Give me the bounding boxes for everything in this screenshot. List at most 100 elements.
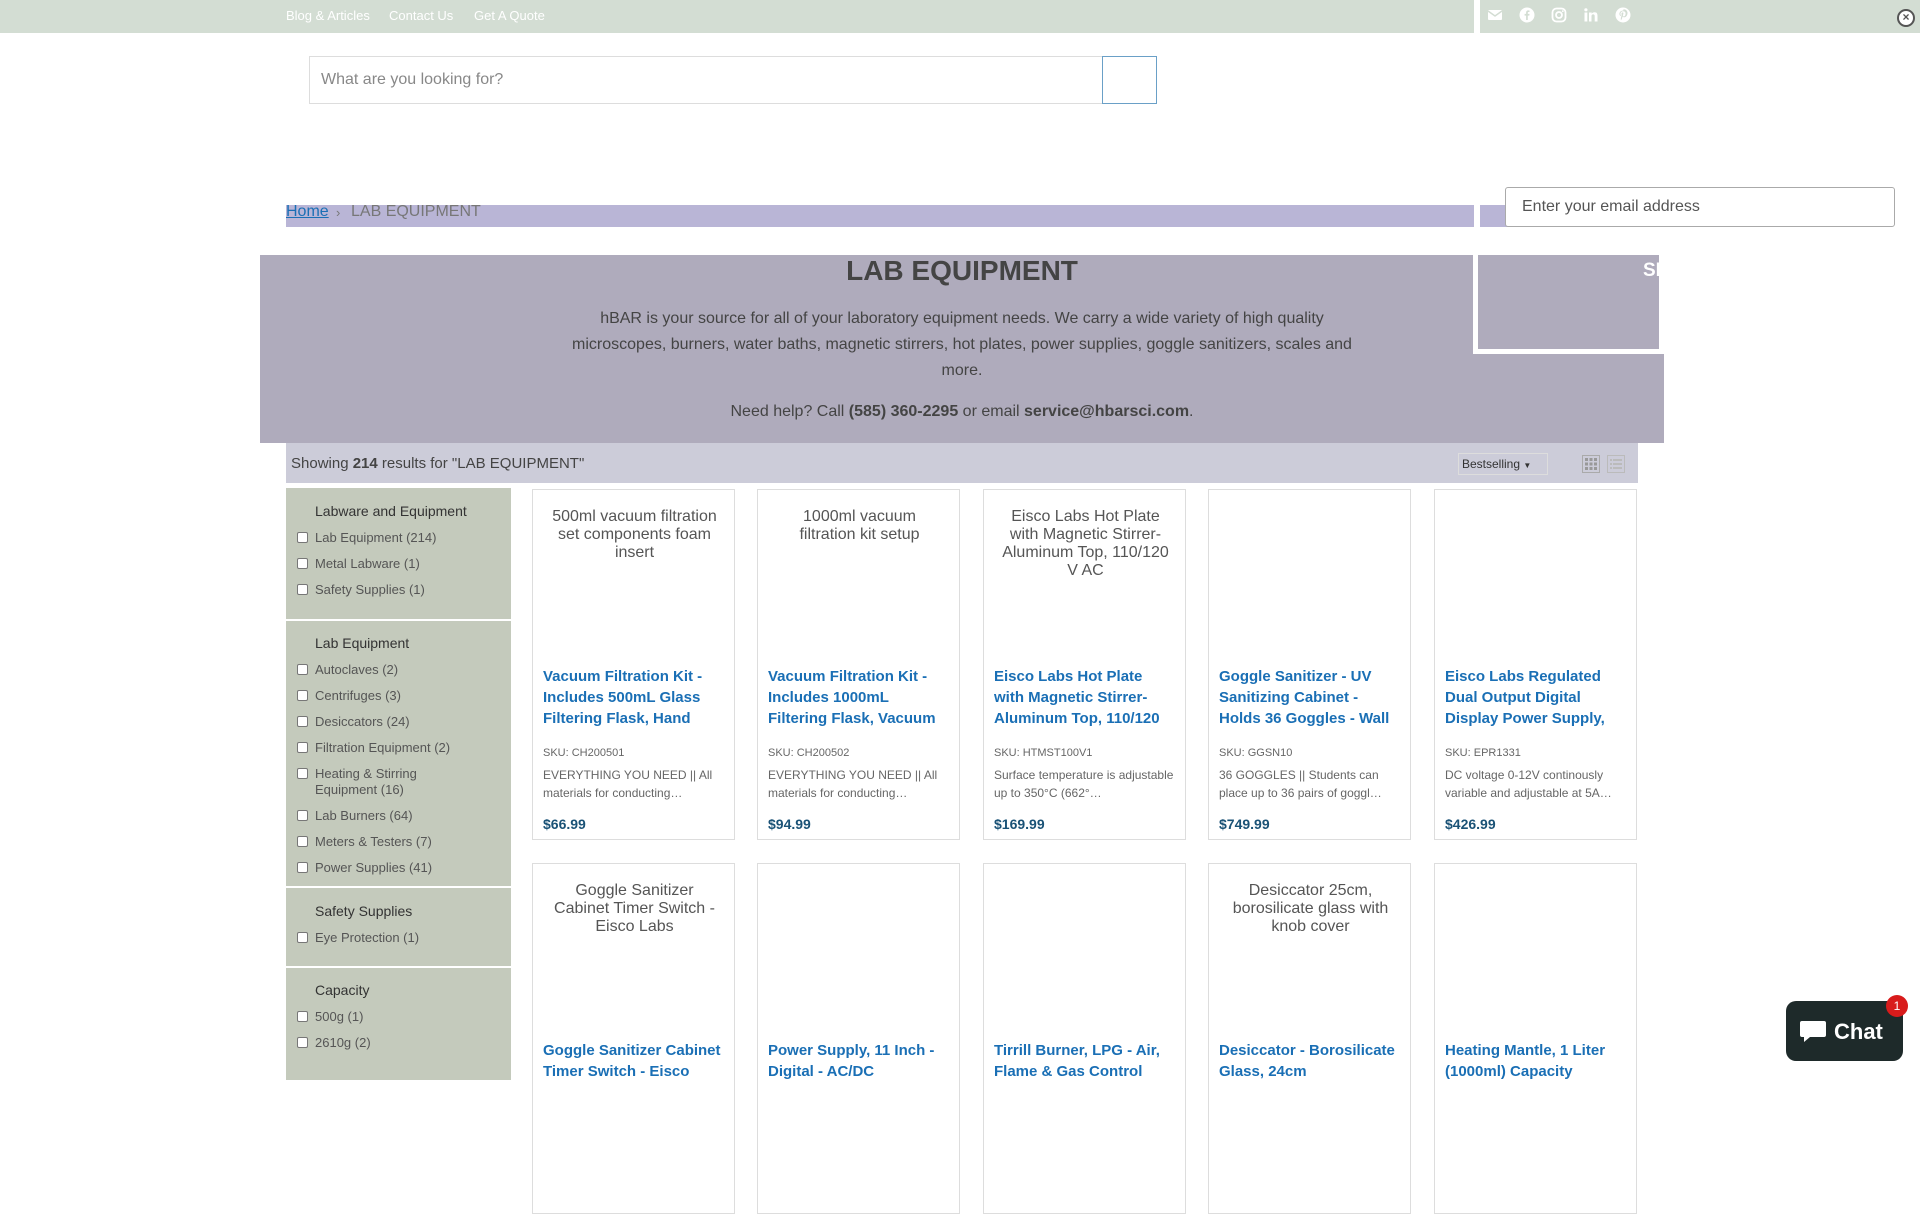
help-mid: or email	[958, 403, 1025, 420]
search-bar	[309, 56, 1157, 104]
filter-option[interactable]: Desiccators (24)	[297, 714, 410, 729]
checkbox[interactable]	[297, 584, 308, 595]
product-card[interactable]: Goggle Sanitizer Cabinet Timer Switch - …	[532, 863, 735, 1214]
product-sku: SKU: EPR1331	[1445, 747, 1521, 759]
filter-option[interactable]: Centrifuges (3)	[297, 688, 401, 703]
get-a-quote-link[interactable]: Get A Quote	[474, 8, 545, 23]
checkbox[interactable]	[297, 664, 308, 675]
filter-option[interactable]: Filtration Equipment (2)	[297, 740, 450, 755]
product-image[interactable]: Eisco Labs Hot Plate with Magnetic Stirr…	[999, 508, 1172, 580]
checkbox[interactable]	[297, 836, 308, 847]
checkbox[interactable]	[297, 932, 308, 943]
product-description: 36 GOGGLES || Students can place up to 3…	[1219, 768, 1382, 800]
filter-option-label: Centrifuges (3)	[315, 688, 401, 703]
filter-option[interactable]: Power Supplies (41)	[297, 860, 432, 875]
checkbox[interactable]	[297, 810, 308, 821]
newsletter-email-input[interactable]	[1505, 187, 1895, 227]
sort-dropdown[interactable]: Bestselling ▼	[1458, 453, 1548, 475]
contact-us-link[interactable]: Contact Us	[389, 8, 453, 23]
chevron-down-icon: ▼	[1523, 461, 1532, 470]
filter-option-label: Eye Protection (1)	[315, 930, 420, 945]
product-title[interactable]: Power Supply, 11 Inch - Digital - AC/DC	[768, 1040, 948, 1100]
product-title[interactable]: Goggle Sanitizer - UV Sanitizing Cabinet…	[1219, 666, 1399, 726]
product-title[interactable]: Eisco Labs Hot Plate with Magnetic Stirr…	[994, 666, 1174, 726]
filter-option-label: Metal Labware (1)	[315, 556, 420, 571]
checkbox[interactable]	[297, 742, 308, 753]
product-title[interactable]: Heating Mantle, 1 Liter (1000ml) Capacit…	[1445, 1040, 1625, 1100]
filter-option[interactable]: Safety Supplies (1)	[297, 582, 425, 597]
checkbox[interactable]	[297, 1011, 308, 1022]
filter-option[interactable]: Heating & Stirring Equipment (16)	[297, 766, 437, 798]
product-card[interactable]: Eisco Labs Hot Plate with Magnetic Stirr…	[983, 489, 1186, 840]
pinterest-icon[interactable]	[1614, 7, 1632, 25]
linkedin-icon[interactable]	[1582, 7, 1600, 25]
topbar-divider	[1474, 0, 1480, 33]
breadcrumb-home-link[interactable]: Home	[286, 203, 329, 221]
product-description: EVERYTHING YOU NEED || All materials for…	[768, 768, 938, 800]
facebook-icon[interactable]	[1518, 7, 1536, 25]
help-email[interactable]: service@hbarsci.com	[1024, 403, 1189, 420]
checkbox[interactable]	[297, 558, 308, 569]
list-view-icon[interactable]	[1607, 455, 1625, 473]
filter-option[interactable]: Autoclaves (2)	[297, 662, 398, 677]
product-price: $426.99	[1445, 816, 1496, 832]
product-sku: SKU: CH200502	[768, 747, 850, 759]
checkbox[interactable]	[297, 1037, 308, 1048]
filter-option[interactable]: Eye Protection (1)	[297, 930, 419, 945]
product-title[interactable]: Goggle Sanitizer Cabinet Timer Switch - …	[543, 1040, 723, 1100]
product-card[interactable]: 500ml vacuum filtration set components f…	[532, 489, 735, 840]
filter-option[interactable]: Lab Equipment (214)	[297, 530, 436, 545]
filter-option[interactable]: Lab Burners (64)	[297, 808, 413, 823]
product-card[interactable]: Desiccator 25cm, borosilicate glass with…	[1208, 863, 1411, 1214]
checkbox[interactable]	[297, 716, 308, 727]
results-number: 214	[352, 455, 378, 472]
mail-icon[interactable]	[1486, 7, 1504, 25]
filter-heading: Labware and Equipment	[315, 503, 467, 519]
search-button[interactable]	[1102, 56, 1157, 104]
checkbox[interactable]	[297, 862, 308, 873]
search-input[interactable]	[310, 57, 1105, 103]
product-price: $94.99	[768, 816, 811, 832]
product-title[interactable]: Eisco Labs Regulated Dual Output Digital…	[1445, 666, 1625, 726]
product-card[interactable]: Power Supply, 11 Inch - Digital - AC/DC	[757, 863, 960, 1214]
product-sku: SKU: HTMST100V1	[994, 747, 1093, 759]
product-card[interactable]: Tirrill Burner, LPG - Air, Flame & Gas C…	[983, 863, 1186, 1214]
filter-group-safety	[286, 888, 511, 966]
product-title[interactable]: Desiccator - Borosilicate Glass, 24cm	[1219, 1040, 1399, 1100]
product-card[interactable]: 1000ml vacuum filtration kit setup Vacuu…	[757, 489, 960, 840]
product-sku: SKU: GGSN10	[1219, 747, 1293, 759]
filter-option[interactable]: Metal Labware (1)	[297, 556, 420, 571]
checkbox[interactable]	[297, 690, 308, 701]
checkbox[interactable]	[297, 532, 308, 543]
product-image[interactable]: 1000ml vacuum filtration kit setup	[773, 508, 946, 544]
product-card[interactable]: Eisco Labs Regulated Dual Output Digital…	[1434, 489, 1637, 840]
signup-label: SIG	[1643, 260, 1661, 281]
product-image[interactable]: Goggle Sanitizer Cabinet Timer Switch - …	[548, 882, 721, 936]
product-image[interactable]: Desiccator 25cm, borosilicate glass with…	[1224, 882, 1397, 936]
product-title[interactable]: Vacuum Filtration Kit - Includes 1000mL …	[768, 666, 948, 726]
product-sku: SKU: CH200501	[543, 747, 625, 759]
product-card[interactable]: Heating Mantle, 1 Liter (1000ml) Capacit…	[1434, 863, 1637, 1214]
blog-articles-link[interactable]: Blog & Articles	[286, 8, 370, 23]
product-title[interactable]: Tirrill Burner, LPG - Air, Flame & Gas C…	[994, 1040, 1174, 1100]
filter-option[interactable]: Meters & Testers (7)	[297, 834, 432, 849]
filter-option-label: Lab Equipment (214)	[315, 530, 437, 545]
instagram-icon[interactable]	[1550, 7, 1568, 25]
filter-option[interactable]: 500g (1)	[297, 1009, 363, 1024]
help-line: Need help? Call (585) 360-2295 or email …	[560, 403, 1364, 421]
close-popup-icon[interactable]: ×	[1897, 9, 1915, 27]
product-card[interactable]: Goggle Sanitizer - UV Sanitizing Cabinet…	[1208, 489, 1411, 840]
filter-option-label: Desiccators (24)	[315, 714, 410, 729]
help-suffix: .	[1189, 403, 1194, 420]
newsletter-signup-button[interactable]: SIG	[1473, 255, 1664, 354]
filter-option-label: Meters & Testers (7)	[315, 834, 432, 849]
product-title[interactable]: Vacuum Filtration Kit - Includes 500mL G…	[543, 666, 723, 726]
grid-view-icon[interactable]	[1582, 455, 1600, 473]
checkbox[interactable]	[297, 768, 308, 779]
product-description: Surface temperature is adjustable up to …	[994, 768, 1174, 800]
filter-option[interactable]: 2610g (2)	[297, 1035, 371, 1050]
chat-button[interactable]: Chat	[1786, 1001, 1903, 1061]
product-image[interactable]: 500ml vacuum filtration set components f…	[548, 508, 721, 562]
help-phone[interactable]: (585) 360-2295	[849, 403, 958, 420]
sort-value: Bestselling	[1462, 457, 1521, 471]
